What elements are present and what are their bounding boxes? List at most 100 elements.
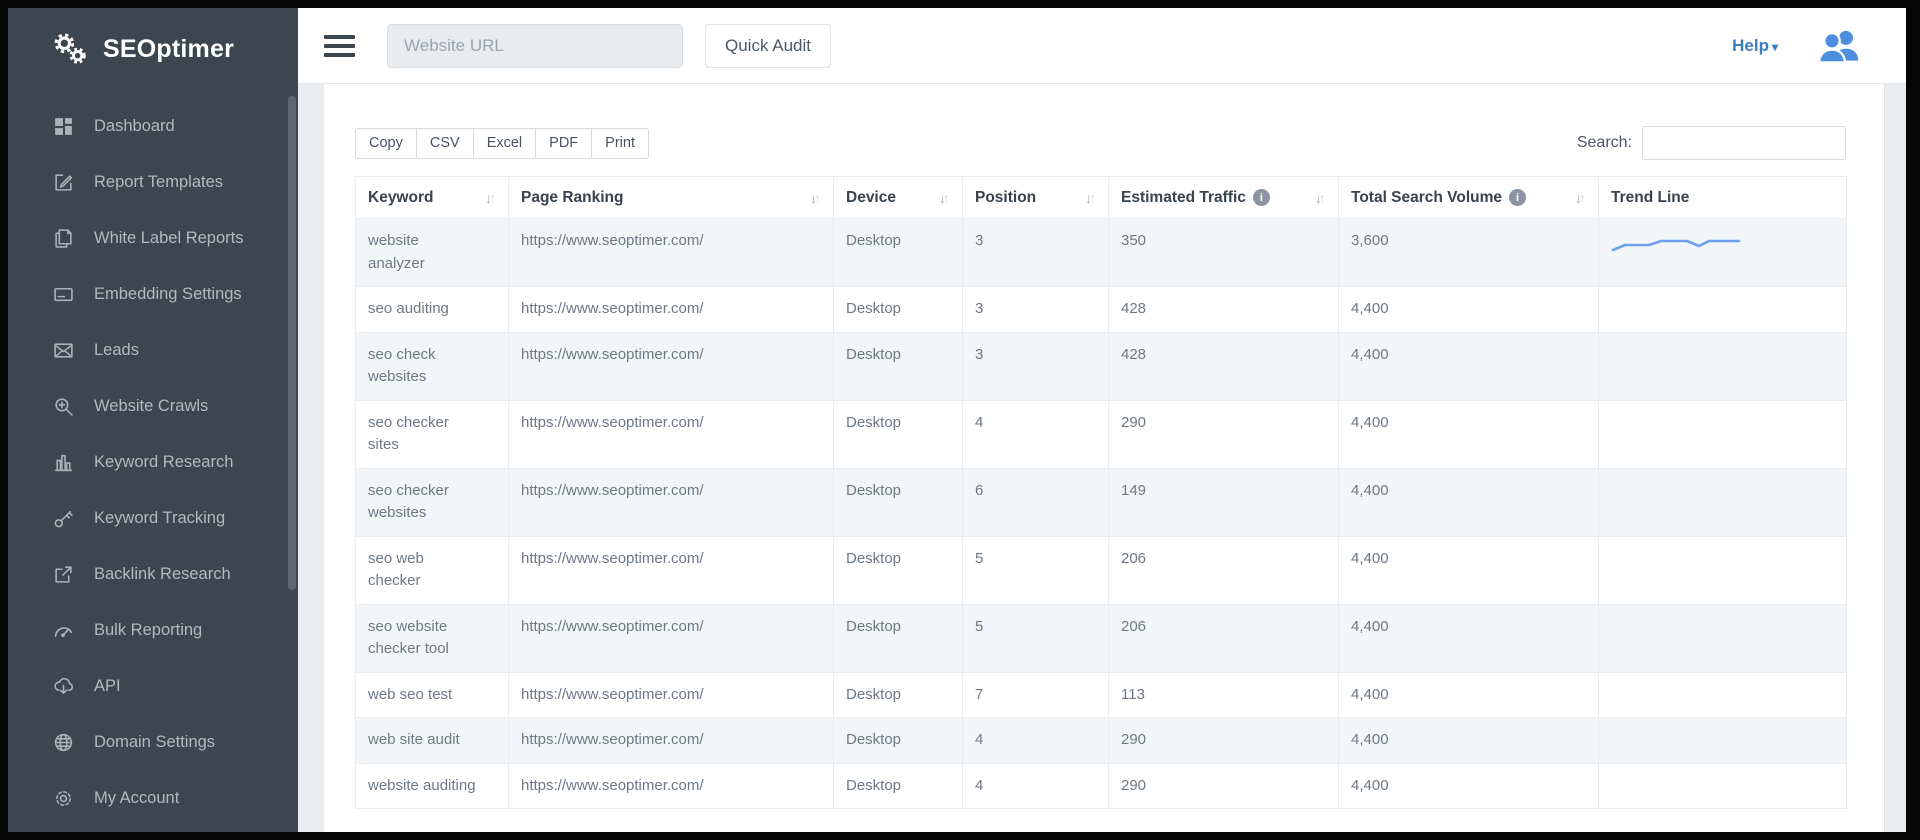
sidebar-item-api[interactable]: API	[8, 658, 298, 714]
sidebar-item-embedding-settings[interactable]: Embedding Settings	[8, 266, 298, 322]
sort-icon[interactable]: ↓↑	[1315, 190, 1326, 206]
estimated-traffic-cell: 290	[1109, 400, 1339, 468]
sidebar-scrollbar[interactable]	[288, 96, 296, 590]
account-users-icon[interactable]	[1818, 28, 1860, 63]
sort-icon[interactable]: ↓↑	[810, 190, 821, 206]
sort-icon[interactable]: ↓↑	[485, 190, 496, 206]
keyword-cell: seo auditing	[356, 287, 509, 333]
sidebar-item-my-account[interactable]: My Account	[8, 770, 298, 826]
estimated-traffic-cell: 290	[1109, 718, 1339, 764]
total-search-volume-cell: 4,400	[1339, 287, 1599, 333]
sidebar-item-dashboard[interactable]: Dashboard	[8, 98, 298, 154]
table-row: website auditing https://www.seoptimer.c…	[356, 763, 1847, 809]
column-header-device[interactable]: Device ↓↑	[834, 177, 963, 219]
quick-audit-button[interactable]: Quick Audit	[705, 24, 831, 68]
page-ranking-cell: https://www.seoptimer.com/	[509, 400, 834, 468]
sidebar-item-label: Leads	[94, 341, 139, 360]
column-header-estimated-traffic[interactable]: Estimated Traffic i ↓↑	[1109, 177, 1339, 219]
total-search-volume-cell: 4,400	[1339, 536, 1599, 604]
sidebar-item-label: Report Templates	[94, 173, 223, 192]
column-header-total-search-volume[interactable]: Total Search Volume i ↓↑	[1339, 177, 1599, 219]
sidebar-item-label: Keyword Tracking	[94, 509, 225, 528]
copy-button[interactable]: Copy	[355, 128, 417, 159]
sidebar-item-keyword-research[interactable]: Keyword Research	[8, 434, 298, 490]
trend-line-cell	[1599, 332, 1847, 400]
table-row: seo auditing https://www.seoptimer.com/ …	[356, 287, 1847, 333]
trend-line-cell	[1599, 400, 1847, 468]
copy-pages-icon	[53, 228, 74, 249]
total-search-volume-cell: 4,400	[1339, 400, 1599, 468]
sidebar: SEOptimer Dashboard Report Templates	[8, 8, 298, 832]
position-cell: 4	[963, 763, 1109, 809]
column-header-position[interactable]: Position ↓↑	[963, 177, 1109, 219]
csv-button[interactable]: CSV	[416, 128, 474, 159]
envelope-icon	[53, 340, 74, 361]
sidebar-item-website-crawls[interactable]: Website Crawls	[8, 378, 298, 434]
brand-logo[interactable]: SEOptimer	[8, 8, 298, 68]
sidebar-item-label: Dashboard	[94, 117, 175, 136]
help-dropdown[interactable]: Help▾	[1732, 36, 1778, 56]
info-icon[interactable]: i	[1509, 189, 1526, 206]
column-header-keyword[interactable]: Keyword ↓↑	[356, 177, 509, 219]
trend-line-cell	[1599, 604, 1847, 672]
table-row: web site audit https://www.seoptimer.com…	[356, 718, 1847, 764]
keyword-tracking-table: Keyword ↓↑ Page Ranking ↓↑ Device ↓↑ Pos…	[355, 176, 1847, 809]
sidebar-item-label: Website Crawls	[94, 397, 208, 416]
sidebar-item-label: White Label Reports	[94, 229, 244, 248]
sort-icon[interactable]: ↓↑	[1575, 190, 1586, 206]
info-icon[interactable]: i	[1253, 189, 1270, 206]
sidebar-item-keyword-tracking[interactable]: Keyword Tracking	[8, 490, 298, 546]
pdf-button[interactable]: PDF	[535, 128, 592, 159]
keyword-cell: seo website checker tool	[356, 604, 509, 672]
page-ranking-cell: https://www.seoptimer.com/	[509, 604, 834, 672]
device-cell: Desktop	[834, 332, 963, 400]
position-cell: 5	[963, 536, 1109, 604]
excel-button[interactable]: Excel	[473, 128, 536, 159]
magnifier-plus-icon	[53, 396, 74, 417]
position-cell: 6	[963, 468, 1109, 536]
keyword-cell: website analyzer	[356, 219, 509, 287]
topbar-right: Help▾	[1732, 28, 1860, 63]
table-row: seo checker websites https://www.seoptim…	[356, 468, 1847, 536]
sidebar-item-bulk-reporting[interactable]: Bulk Reporting	[8, 602, 298, 658]
sidebar-item-label: Domain Settings	[94, 733, 215, 752]
table-header-row: Keyword ↓↑ Page Ranking ↓↑ Device ↓↑ Pos…	[356, 177, 1847, 219]
website-url-input[interactable]	[387, 24, 683, 68]
total-search-volume-cell: 4,400	[1339, 672, 1599, 718]
sort-icon[interactable]: ↓↑	[939, 190, 950, 206]
content-left-gutter	[298, 84, 324, 832]
sidebar-item-white-label-reports[interactable]: White Label Reports	[8, 210, 298, 266]
page-ranking-cell: https://www.seoptimer.com/	[509, 763, 834, 809]
position-cell: 3	[963, 219, 1109, 287]
chevron-down-icon: ▾	[1772, 40, 1778, 54]
estimated-traffic-cell: 206	[1109, 536, 1339, 604]
search-input[interactable]	[1642, 126, 1846, 160]
menu-toggle-button[interactable]	[324, 30, 355, 62]
column-header-page-ranking[interactable]: Page Ranking ↓↑	[509, 177, 834, 219]
trend-sparkline	[1611, 235, 1743, 255]
sidebar-item-domain-settings[interactable]: Domain Settings	[8, 714, 298, 770]
total-search-volume-cell: 4,400	[1339, 604, 1599, 672]
estimated-traffic-cell: 113	[1109, 672, 1339, 718]
device-cell: Desktop	[834, 287, 963, 333]
sidebar-item-label: Keyword Research	[94, 453, 233, 472]
main-scrollbar-track[interactable]	[1884, 84, 1906, 832]
page-ranking-cell: https://www.seoptimer.com/	[509, 219, 834, 287]
sidebar-item-leads[interactable]: Leads	[8, 322, 298, 378]
sort-icon[interactable]: ↓↑	[1085, 190, 1096, 206]
gauge-icon	[53, 620, 74, 641]
device-cell: Desktop	[834, 468, 963, 536]
bar-chart-icon	[53, 452, 74, 473]
total-search-volume-cell: 4,400	[1339, 763, 1599, 809]
device-cell: Desktop	[834, 718, 963, 764]
keyword-cell: web seo test	[356, 672, 509, 718]
sidebar-item-backlink-research[interactable]: Backlink Research	[8, 546, 298, 602]
print-button[interactable]: Print	[591, 128, 649, 159]
table-row: seo web checker https://www.seoptimer.co…	[356, 536, 1847, 604]
brand-name: SEOptimer	[103, 35, 234, 64]
dashboard-grid-icon	[53, 116, 74, 137]
export-button-group: Copy CSV Excel PDF Print	[355, 128, 649, 159]
sidebar-item-label: Bulk Reporting	[94, 621, 202, 640]
sidebar-item-report-templates[interactable]: Report Templates	[8, 154, 298, 210]
app-window: SEOptimer Dashboard Report Templates	[8, 8, 1906, 832]
